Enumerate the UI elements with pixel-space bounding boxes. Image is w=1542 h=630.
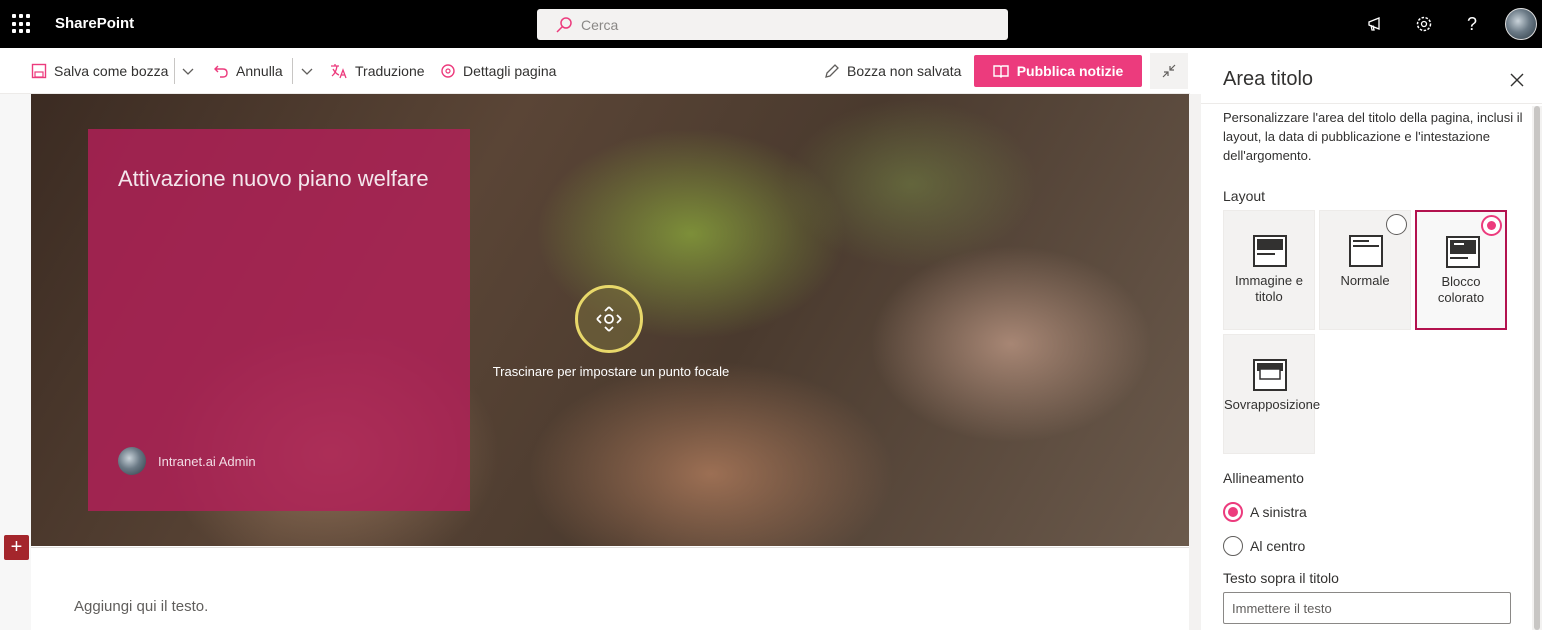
alignment-label: Allineamento bbox=[1223, 470, 1304, 486]
layout-label: Layout bbox=[1223, 188, 1266, 204]
focal-point-handle[interactable] bbox=[575, 285, 643, 353]
align-left-label: A sinistra bbox=[1250, 504, 1307, 520]
search-box[interactable] bbox=[537, 9, 1008, 40]
avatar[interactable] bbox=[1505, 8, 1537, 40]
close-icon[interactable] bbox=[1507, 70, 1527, 90]
chevron-down-icon bbox=[182, 68, 194, 75]
command-bar: Salva come bozza Annulla Traduzione Dett… bbox=[0, 48, 1190, 94]
translation-button[interactable]: Traduzione bbox=[330, 60, 425, 82]
move-icon bbox=[596, 306, 622, 332]
title-area-pane: Area titolo Personalizzare l'area del ti… bbox=[1201, 48, 1542, 630]
pane-description: Personalizzare l'area del titolo della p… bbox=[1223, 110, 1523, 163]
layout-tile-label: Immagine e titolo bbox=[1235, 273, 1303, 304]
layout-tile-label: Sovrapposizione bbox=[1224, 397, 1321, 412]
scrollbar-thumb[interactable] bbox=[1534, 106, 1540, 630]
search-icon bbox=[556, 17, 572, 33]
pane-scrollbar[interactable] bbox=[1532, 106, 1542, 630]
hero-image[interactable]: Attivazione nuovo piano welfare Intranet… bbox=[31, 94, 1189, 546]
layout-tile-image-title[interactable]: Immagine e titolo bbox=[1223, 210, 1315, 330]
divider bbox=[292, 58, 293, 84]
translation-icon bbox=[331, 64, 347, 79]
topic-header-input[interactable] bbox=[1223, 592, 1511, 624]
align-left-option[interactable]: A sinistra bbox=[1223, 502, 1307, 522]
layout-tile-overlap[interactable]: Sovrapposizione bbox=[1223, 334, 1321, 454]
layout-normal-icon bbox=[1349, 235, 1383, 267]
layout-tile-normal[interactable]: Normale bbox=[1319, 210, 1411, 330]
page-details-label: Dettagli pagina bbox=[463, 63, 557, 79]
waffle-icon[interactable] bbox=[12, 14, 32, 34]
save-icon bbox=[31, 63, 47, 79]
radio[interactable] bbox=[1223, 536, 1243, 556]
layout-tile-label: Blocco colorato bbox=[1437, 274, 1485, 305]
focal-point-hint: Trascinare per impostare un punto focale bbox=[492, 364, 730, 379]
radio-selected[interactable] bbox=[1223, 502, 1243, 522]
canvas-scrollbar[interactable] bbox=[1189, 94, 1201, 630]
save-options-chevron[interactable] bbox=[181, 60, 195, 82]
page-details-button[interactable]: Dettagli pagina bbox=[440, 60, 556, 82]
divider bbox=[174, 58, 175, 84]
undo-label: Annulla bbox=[236, 63, 283, 79]
search-input[interactable] bbox=[581, 14, 981, 35]
save-draft-label: Salva come bozza bbox=[54, 63, 169, 79]
section-divider bbox=[31, 547, 1189, 548]
author-name: Intranet.ai Admin bbox=[158, 453, 256, 469]
save-draft-button[interactable]: Salva come bozza bbox=[31, 60, 168, 82]
book-icon bbox=[993, 65, 1009, 78]
pane-title: Area titolo bbox=[1223, 68, 1314, 90]
layout-color-block-icon bbox=[1446, 236, 1480, 268]
layout-tile-label: Normale bbox=[1340, 273, 1390, 288]
layout-radio[interactable] bbox=[1386, 214, 1407, 235]
author-byline[interactable]: Intranet.ai Admin bbox=[118, 447, 256, 475]
draft-status-label: Bozza non salvata bbox=[847, 63, 962, 79]
add-section-button[interactable]: + bbox=[4, 535, 29, 560]
collapse-pane-button[interactable] bbox=[1150, 53, 1188, 89]
megaphone-icon[interactable] bbox=[1364, 12, 1388, 36]
layout-image-title-icon bbox=[1253, 235, 1287, 267]
author-avatar bbox=[118, 447, 146, 475]
layout-radio-selected[interactable] bbox=[1481, 215, 1502, 236]
gear-icon bbox=[441, 64, 455, 78]
page-title[interactable]: Attivazione nuovo piano welfare bbox=[118, 163, 438, 195]
pencil-icon bbox=[825, 64, 839, 78]
text-placeholder[interactable]: Aggiungi qui il testo. bbox=[74, 598, 208, 615]
publish-news-button[interactable]: Pubblica notizie bbox=[974, 55, 1142, 87]
align-center-option[interactable]: Al centro bbox=[1223, 536, 1305, 556]
suite-bar: SharePoint ? bbox=[0, 0, 1542, 48]
help-icon[interactable]: ? bbox=[1460, 12, 1484, 36]
undo-button[interactable]: Annulla bbox=[213, 60, 283, 82]
publish-label: Pubblica notizie bbox=[1016, 63, 1124, 79]
settings-icon[interactable] bbox=[1412, 12, 1436, 36]
collapse-icon bbox=[1162, 64, 1176, 78]
layout-overlap-icon bbox=[1253, 359, 1287, 391]
topic-header-label: Testo sopra il titolo bbox=[1223, 570, 1339, 586]
app-name[interactable]: SharePoint bbox=[55, 15, 134, 32]
undo-icon bbox=[214, 65, 228, 78]
chevron-down-icon bbox=[301, 68, 313, 75]
layout-tile-color-block[interactable]: Blocco colorato bbox=[1415, 210, 1507, 330]
title-block: Attivazione nuovo piano welfare Intranet… bbox=[88, 129, 470, 511]
undo-options-chevron[interactable] bbox=[300, 60, 314, 82]
translation-label: Traduzione bbox=[355, 63, 425, 79]
pane-divider bbox=[1201, 103, 1542, 104]
draft-status: Bozza non salvata bbox=[824, 60, 961, 82]
align-center-label: Al centro bbox=[1250, 538, 1306, 554]
